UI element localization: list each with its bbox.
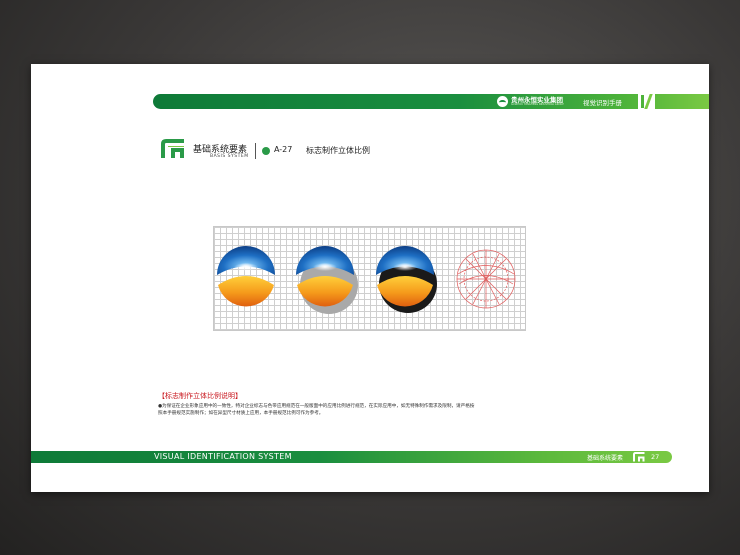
section-bullet-icon (262, 147, 270, 155)
logo-grid-figure (213, 226, 526, 331)
company-logo: 贵州永恒实业集团 GUIZHOU YONGHENG INDUSTRIAL GRO… (497, 96, 564, 107)
logo-black-shadow (376, 246, 437, 313)
logo-construction (456, 249, 516, 309)
footer-section-label: 基础系统要素 (587, 455, 624, 462)
footer-system-label: VISUAL IDENTIFICATION SYSTEM (154, 452, 292, 461)
footer-a-logo-icon (633, 452, 645, 462)
section-code: A-27 (274, 145, 293, 154)
logo-flat (217, 246, 275, 307)
section-divider (255, 143, 256, 159)
section-title-en: BASIS SYSTEM (210, 154, 249, 159)
header-band (153, 94, 709, 109)
section-a-logo-icon (161, 139, 184, 158)
note-body-line-1: ●为保证在企业形象应用中的一致性，特对企业标志与色带应用规范在一般版面中的应用比… (158, 404, 475, 409)
page-number: 27 (651, 453, 660, 461)
logo-gray-shadow (296, 246, 358, 314)
note-title: 【标志制作立体比例说明】 (158, 392, 242, 400)
company-logo-icon (497, 96, 508, 107)
manual-page: 贵州永恒实业集团 GUIZHOU YONGHENG INDUSTRIAL GRO… (31, 64, 709, 492)
footer-band (31, 451, 672, 463)
section-subtitle: 标志制作立体比例 (306, 146, 370, 155)
logo-variants-svg (217, 246, 516, 314)
manual-title: 视觉识别手册 (583, 99, 622, 107)
header-slash-icon (638, 93, 655, 110)
note-body-line-2: 照本手册规范实施制作；如在异型尺寸材质上应用，本手册规范比例可作为参考。 (158, 411, 324, 416)
company-name-en: GUIZHOU YONGHENG INDUSTRIAL GROUP (511, 103, 564, 106)
